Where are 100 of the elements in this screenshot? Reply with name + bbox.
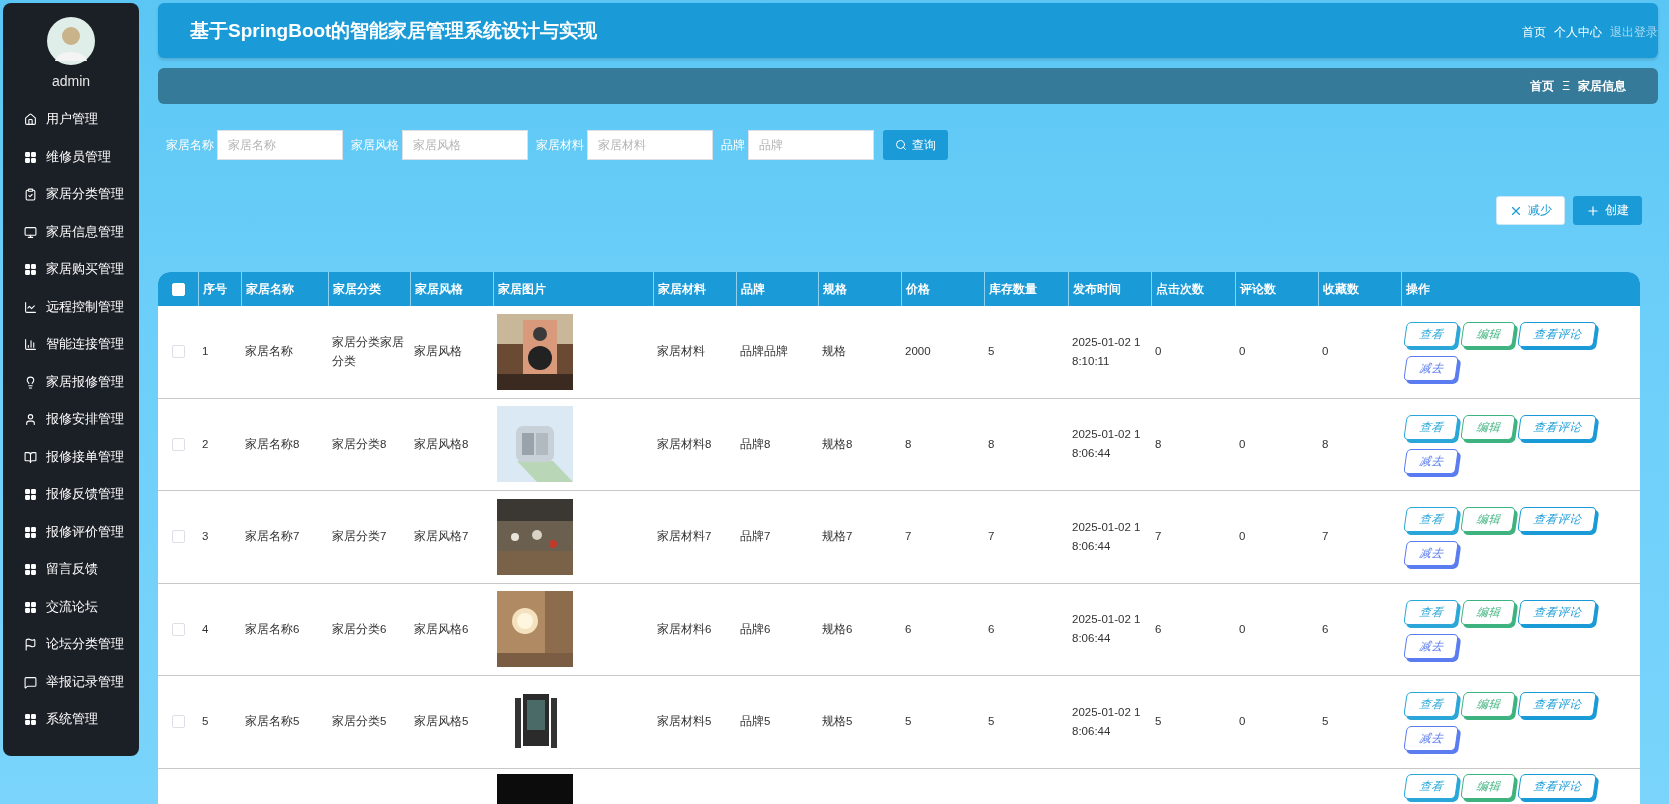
field-label: 家居材料 <box>536 137 584 153</box>
comments-button[interactable]: 查看评论 <box>1517 773 1597 799</box>
grid-icon <box>24 263 37 277</box>
view-button[interactable]: 查看 <box>1403 692 1459 718</box>
sidebar-item[interactable]: 家居分类管理 <box>3 176 139 214</box>
table-cell-text: 2025-01-02 18:10:11 <box>1071 334 1142 369</box>
remove-button[interactable]: 减去 <box>1403 633 1459 659</box>
remove-button[interactable]: 减去 <box>1403 726 1459 752</box>
table-cell-text: 7 <box>987 529 996 545</box>
table-cell-text: 家居名称5 <box>244 714 301 730</box>
create-button[interactable]: 创建 <box>1573 196 1642 225</box>
table-cell-text: 6 <box>1154 621 1163 637</box>
sidebar-item[interactable]: 留言反馈 <box>3 551 139 589</box>
flag-icon <box>24 638 37 652</box>
table-cell-text: 家居分类8 <box>331 436 388 452</box>
checkbox[interactable] <box>171 715 185 729</box>
sidebar-item[interactable]: 系统管理 <box>3 701 139 739</box>
page-title: 基于SpringBoot的智能家居管理系统设计与实现 <box>190 18 598 43</box>
table-cell-text: 品牌8 <box>739 436 772 452</box>
search-field[interactable]: 家居风格 <box>402 130 528 160</box>
comments-button[interactable]: 查看评论 <box>1517 507 1597 533</box>
remove-button[interactable]: 减去 <box>1403 356 1459 382</box>
edit-button[interactable]: 编辑 <box>1460 599 1516 625</box>
column-header: 评论数 <box>1235 272 1318 306</box>
remove-button[interactable]: 减去 <box>1403 541 1459 567</box>
sidebar-item[interactable]: 举报记录管理 <box>3 663 139 701</box>
checkbox[interactable] <box>171 622 185 636</box>
checkbox[interactable] <box>171 437 185 451</box>
monitor-icon <box>24 225 37 239</box>
edit-button[interactable]: 编辑 <box>1460 692 1516 718</box>
table-cell-text: 品牌品牌 <box>739 344 789 360</box>
column-header: 家居风格 <box>410 272 493 306</box>
sidebar-item[interactable]: 家居报修管理 <box>3 363 139 401</box>
sidebar-item[interactable]: 报修接单管理 <box>3 438 139 476</box>
table-cell-text: 家居名称8 <box>244 436 301 452</box>
search-field[interactable]: 家居材料 <box>587 130 713 160</box>
edit-button[interactable]: 编辑 <box>1460 414 1516 440</box>
sidebar-item[interactable]: 报修反馈管理 <box>3 476 139 514</box>
table-cell-text: 家居分类5 <box>331 714 388 730</box>
edit-button[interactable]: 编辑 <box>1460 507 1516 533</box>
sidebar-item[interactable]: 报修安排管理 <box>3 401 139 439</box>
table-cell-text: 1 <box>201 344 210 360</box>
sidebar-item[interactable]: 报修评价管理 <box>3 513 139 551</box>
table-cell-text: 0 <box>1154 344 1163 360</box>
table-cell-text: 7 <box>904 529 913 545</box>
table-cell-text: 家居风格7 <box>413 529 470 545</box>
grid-icon <box>24 563 37 577</box>
edit-button[interactable]: 编辑 <box>1460 773 1516 799</box>
checkbox[interactable] <box>171 530 185 544</box>
nav-link[interactable]: 个人中心 <box>1554 25 1602 40</box>
table-cell-text: 7 <box>1154 529 1163 545</box>
sidebar-item[interactable]: 维修员管理 <box>3 138 139 176</box>
table-cell-text: 3 <box>201 529 210 545</box>
view-button[interactable]: 查看 <box>1403 773 1459 799</box>
search-field[interactable]: 品牌 <box>748 130 874 160</box>
sidebar-item[interactable]: 用户管理 <box>3 101 139 139</box>
avatar <box>47 17 95 65</box>
table-cell-text: 2025-01-02 18:06:44 <box>1071 704 1142 739</box>
table-cell-text: 品牌6 <box>739 621 772 637</box>
table-cell-text: 0 <box>1238 529 1247 545</box>
comments-button[interactable]: 查看评论 <box>1517 692 1597 718</box>
breadcrumb-link[interactable]: 首页 <box>1530 77 1555 95</box>
sidebar-item[interactable]: 交流论坛 <box>3 588 139 626</box>
search-field[interactable]: 家居名称 <box>217 130 343 160</box>
sidebar-item[interactable]: 智能连接管理 <box>3 326 139 364</box>
table-cell-text: 4 <box>201 621 210 637</box>
field-label: 品牌 <box>721 137 745 153</box>
table-cell-text: 2 <box>201 436 210 452</box>
comments-button[interactable]: 查看评论 <box>1517 414 1597 440</box>
view-button[interactable]: 查看 <box>1403 599 1459 625</box>
home-icon <box>24 113 37 127</box>
table-cell-text: 家居材料5 <box>656 714 713 730</box>
view-button[interactable]: 查看 <box>1403 414 1459 440</box>
sidebar-item[interactable]: 论坛分类管理 <box>3 626 139 664</box>
sidebar-item[interactable]: 远程控制管理 <box>3 288 139 326</box>
table-cell-text: 家居分类7 <box>331 529 388 545</box>
search-icon <box>895 139 907 151</box>
nav-link[interactable]: 首页 <box>1522 25 1546 40</box>
comments-button[interactable]: 查看评论 <box>1517 599 1597 625</box>
comments-button[interactable]: 查看评论 <box>1517 322 1597 348</box>
sidebar-item[interactable]: 家居信息管理 <box>3 213 139 251</box>
table-cell-text: 家居风格8 <box>413 436 470 452</box>
column-header: 家居分类 <box>328 272 410 306</box>
view-button[interactable]: 查看 <box>1403 322 1459 348</box>
edit-button[interactable]: 编辑 <box>1460 322 1516 348</box>
remove-button[interactable]: 减去 <box>1403 448 1459 474</box>
checkbox[interactable] <box>171 345 185 359</box>
remove-button[interactable]: 减少 <box>1496 196 1565 225</box>
view-button[interactable]: 查看 <box>1403 507 1459 533</box>
table-cell-text: 0 <box>1238 621 1247 637</box>
table-cell-text: 0 <box>1238 344 1247 360</box>
grid-icon <box>24 600 37 614</box>
sidebar-item[interactable]: 家居购买管理 <box>3 251 139 289</box>
table-cell-text: 2000 <box>904 344 932 360</box>
column-header: 家居名称 <box>241 272 328 306</box>
nav-link[interactable]: 退出登录 <box>1610 25 1658 40</box>
query-button[interactable]: 查询 <box>883 130 948 160</box>
grid-icon <box>24 525 37 539</box>
grid-icon <box>24 150 37 164</box>
table-cell-text: 0 <box>1238 436 1247 452</box>
